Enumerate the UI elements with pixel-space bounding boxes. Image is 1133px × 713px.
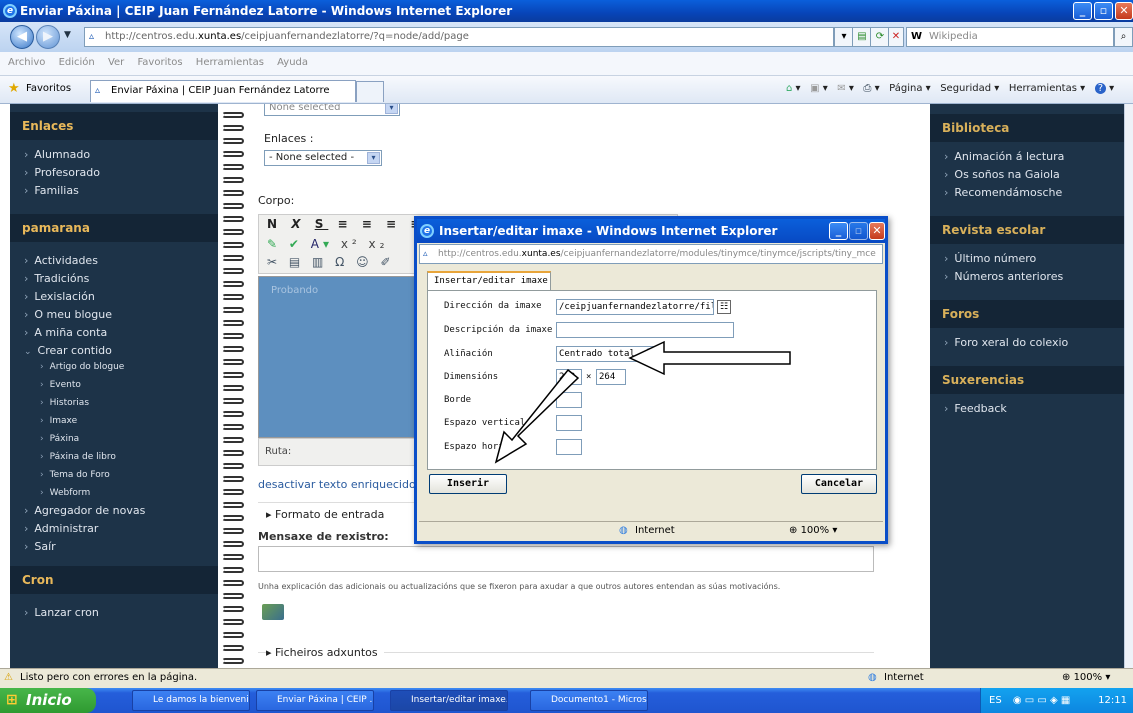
task-welcome[interactable]: Le damos la bienveni... (132, 690, 250, 711)
zoom-control[interactable]: ⊕ 100% ▾ (1062, 669, 1110, 687)
annotation-arrows (494, 340, 791, 464)
globe-icon: ◍ (868, 672, 877, 683)
clock: 12:11 (1098, 695, 1127, 706)
start-button[interactable]: ⊞ Inicio (0, 688, 96, 713)
system-tray: ES ◉ ▭ ▭ ◈ ▦ 12:11 (980, 688, 1133, 713)
zone-label: Internet (884, 672, 924, 683)
browser-statusbar: ⚠ Listo pero con errores en la página. ◍… (0, 668, 1133, 688)
task-insertar-imaxe[interactable]: Insertar/editar imaxe... (390, 690, 508, 711)
windows-logo-icon: ⊞ (6, 692, 18, 708)
tray-icons[interactable]: ◉ ▭ ▭ ◈ ▦ (1013, 695, 1070, 706)
status-message: Listo pero con errores en la página. (20, 672, 198, 683)
arrow-insert (494, 368, 580, 464)
task-documento[interactable]: Documento1 - Micros... (530, 690, 648, 711)
arrow-alignment (628, 340, 791, 376)
language-indicator[interactable]: ES (989, 695, 1002, 706)
warning-icon[interactable]: ⚠ (4, 669, 13, 687)
taskbar: ⊞ Inicio Le damos la bienveni... Enviar … (0, 688, 1133, 713)
task-enviar-paxina[interactable]: Enviar Páxina | CEIP ... (256, 690, 374, 711)
